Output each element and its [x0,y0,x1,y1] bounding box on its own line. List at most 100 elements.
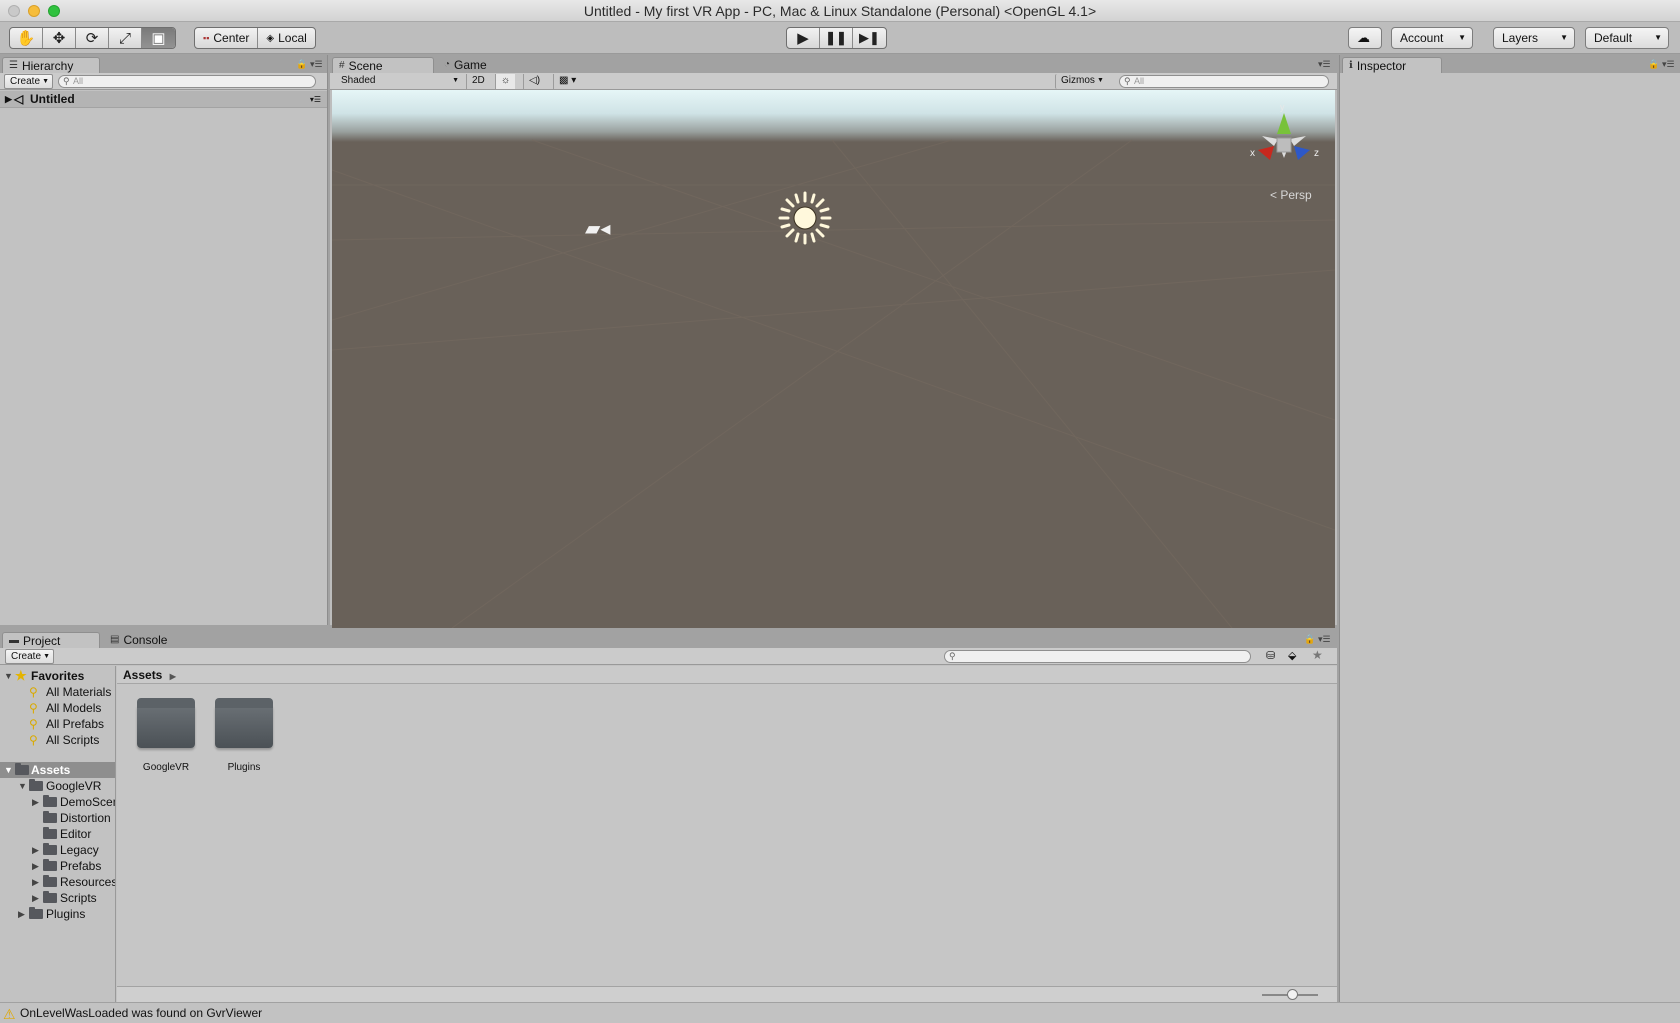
effects-dropdown[interactable]: ▩ ▾ [553,74,581,89]
expand-arrow-icon[interactable]: ▶ [32,842,39,858]
googlevr-row[interactable]: ▼ GoogleVR [0,778,115,794]
project-assets-view: Assets ▶ GoogleVR Plugins [117,666,1337,1002]
tree-folder-row[interactable]: ▶ Legacy [0,842,115,858]
close-window-button[interactable] [8,5,20,17]
collapse-arrow-icon[interactable]: ▼ [4,668,13,684]
tab-inspector[interactable]: ℹ Inspector [1342,57,1442,73]
persp-icon: < [1270,188,1278,202]
tree-folder-row[interactable]: ▶ Prefabs [0,858,115,874]
folder-icon [137,698,195,748]
project-search-input[interactable]: ⚲ [944,650,1251,663]
transform-tools: ✋ ✥ ⟳ ⤢ ▣ [9,27,176,49]
layout-dropdown[interactable]: Default ▼ [1585,27,1669,49]
tree-folder-row[interactable]: Distortion [0,810,115,826]
favorite-item[interactable]: ⚲ All Prefabs [0,716,115,732]
chevron-down-icon: ▼ [1458,33,1466,42]
audio-toggle[interactable]: ◁) [523,74,545,89]
account-dropdown[interactable]: Account ▼ [1391,27,1473,49]
rotate-tool-icon[interactable]: ⟳ [76,28,109,48]
project-create-dropdown[interactable]: Create ▼ [5,649,55,664]
maximize-window-button[interactable] [48,5,60,17]
lock-icon[interactable]: 🔒 [1304,634,1315,645]
play-icon[interactable]: ▶ [787,28,820,48]
step-icon[interactable]: ▶❚ [853,28,886,48]
project-subbar: Create ▼ ⚲ ⛁ ⬙ ★ [0,648,1337,665]
tab-hierarchy[interactable]: ☰ Hierarchy [2,57,100,73]
favorite-item[interactable]: ⚲ All Models [0,700,115,716]
status-bar[interactable]: ⚠ OnLevelWasLoaded was found on GvrViewe… [0,1002,1680,1023]
scene-viewport[interactable]: ▰◂ y x z < Persp [332,90,1335,628]
panel-menu-icon[interactable]: ▾☰ [1318,634,1331,645]
tree-folder-row[interactable]: Editor [0,826,115,842]
favorites-row[interactable]: ▼ ★ Favorites [0,668,115,684]
project-panel: ▬ Project ▤ Console 🔒 ▾☰ Create ▼ ⚲ ⛁ ⬙ … [0,630,1337,1002]
assets-root-row[interactable]: ▼ Assets [0,762,115,778]
tree-folder-row[interactable]: ▶ Scripts [0,890,115,906]
favorite-item[interactable]: ⚲ All Materials [0,684,115,700]
expand-arrow-icon[interactable]: ▶ [18,906,25,922]
scene-menu-icon[interactable]: ▾☰ [310,91,321,108]
layers-label: Layers [1502,31,1539,45]
tab-project[interactable]: ▬ Project [2,632,100,648]
cloud-button[interactable]: ☁ [1348,27,1382,49]
image-icon: ▩ ▾ [559,75,577,86]
favorite-star-icon[interactable]: ★ [1312,648,1323,662]
panel-menu-icon[interactable]: ▾☰ [1318,59,1331,70]
asset-folder[interactable]: Plugins [205,696,283,773]
minimize-window-button[interactable] [28,5,40,17]
folder-icon [15,763,29,775]
hierarchy-create-dropdown[interactable]: Create ▼ [4,74,54,89]
pivot-center-button[interactable]: ▪▪ Center [195,28,259,48]
tree-folder-row[interactable]: ▶ Resources [0,874,115,890]
pivot-local-button[interactable]: ◈ Local [258,28,314,48]
search-icon: ⚲ [29,701,38,715]
panel-menu-icon[interactable]: ▾☰ [310,59,323,70]
scene-row[interactable]: ▶ ◁ Untitled ▾☰ [0,91,327,108]
layers-dropdown[interactable]: Layers ▼ [1493,27,1575,49]
hierarchy-search-input[interactable]: ⚲ All [58,75,316,88]
move-tool-icon[interactable]: ✥ [43,28,76,48]
axis-gizmo-icon [1258,113,1310,160]
gizmos-dropdown[interactable]: Gizmos ▼ [1055,74,1107,89]
camera-gizmo-icon[interactable]: ▰◂ [585,216,610,241]
lock-icon[interactable]: 🔒 [296,59,307,70]
lighting-toggle[interactable]: ☼ [495,74,516,89]
lock-icon[interactable]: 🔒 [1648,59,1659,70]
expand-arrow-icon[interactable]: ▶ [5,91,12,108]
tree-folder-label: Prefabs [60,859,102,873]
directional-light-icon[interactable] [775,188,835,248]
icon-size-slider-thumb[interactable] [1287,989,1298,1000]
favorite-item[interactable]: ⚲ All Scripts [0,732,115,748]
breadcrumb-assets[interactable]: Assets [123,668,162,682]
tab-scene[interactable]: # Scene [332,57,434,73]
tab-console[interactable]: ▤ Console [104,632,194,648]
asset-folder[interactable]: GoogleVR [127,696,205,773]
expand-arrow-icon[interactable]: ▶ [32,874,39,890]
expand-arrow-icon[interactable]: ▶ [32,890,39,906]
plugins-row[interactable]: ▶ Plugins [0,906,115,922]
toggle-2d-button[interactable]: 2D [466,74,490,89]
scene-orientation-gizmo[interactable]: y x z < Persp [1244,102,1324,208]
chevron-down-icon: ▼ [1654,33,1662,42]
scale-tool-icon[interactable]: ⤢ [109,28,142,48]
pause-icon[interactable]: ❚❚ [820,28,853,48]
expand-arrow-icon[interactable]: ▶ [32,794,39,810]
collapse-arrow-icon[interactable]: ▼ [18,778,27,794]
rect-tool-icon[interactable]: ▣ [142,28,175,48]
chevron-down-icon: ▼ [1560,33,1568,42]
hand-tool-icon[interactable]: ✋ [10,28,43,48]
expand-arrow-icon[interactable]: ▶ [32,858,39,874]
tree-folder-row[interactable]: ▶ DemoScenes [0,794,115,810]
chevron-down-icon: ▼ [43,653,51,660]
collapse-arrow-icon[interactable]: ▼ [4,762,13,778]
scene-search-input[interactable]: ⚲ All [1119,75,1329,88]
grid-icon: # [339,59,345,71]
projection-toggle[interactable]: < Persp [1270,188,1312,202]
filter-by-type-icon[interactable]: ⛁ [1266,649,1275,662]
search-icon: ⚲ [29,717,38,731]
filter-by-label-icon[interactable]: ⬙ [1288,649,1296,662]
tab-game[interactable]: ◔ Game [438,57,528,73]
panel-menu-icon[interactable]: ▾☰ [1662,59,1675,70]
shading-mode-dropdown[interactable]: Shaded ▼ [336,74,462,89]
warning-icon: ⚠ [3,1006,16,1022]
